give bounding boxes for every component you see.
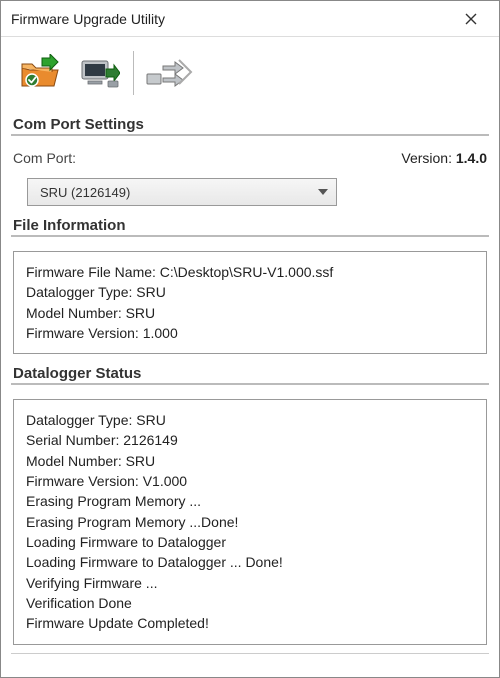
text-line: Serial Number: 2126149 xyxy=(26,430,474,450)
chevron-down-icon xyxy=(318,186,328,198)
text-line: Firmware Update Completed! xyxy=(26,613,474,633)
text-line: Verifying Firmware ... xyxy=(26,573,474,593)
status-panel: Datalogger Type: SRUSerial Number: 21261… xyxy=(13,399,487,645)
text-line: Datalogger Type: SRU xyxy=(26,410,474,430)
window-title: Firmware Upgrade Utility xyxy=(11,11,165,27)
text-line: Loading Firmware to Datalogger ... Done! xyxy=(26,552,474,572)
upload-firmware-button[interactable] xyxy=(73,51,123,95)
toolbar xyxy=(11,45,489,105)
text-line: Firmware Version: V1.000 xyxy=(26,471,474,491)
close-button[interactable] xyxy=(451,5,491,33)
status-bar xyxy=(11,653,489,667)
transfer-icon xyxy=(76,53,120,93)
text-line: Datalogger Type: SRU xyxy=(26,282,474,302)
titlebar: Firmware Upgrade Utility xyxy=(1,1,499,37)
version-display: Version: 1.4.0 xyxy=(401,150,487,166)
comport-row: Com Port: Version: 1.4.0 xyxy=(11,144,489,168)
read-icon xyxy=(145,54,193,92)
comport-label: Com Port: xyxy=(13,150,76,166)
text-line: Firmware File Name: C:\Desktop\SRU-V1.00… xyxy=(26,262,474,282)
client-area: Com Port Settings Com Port: Version: 1.4… xyxy=(1,37,499,677)
close-icon xyxy=(465,13,477,25)
text-line: Verification Done xyxy=(26,593,474,613)
comport-dropdown[interactable]: SRU (2126149) xyxy=(27,178,337,206)
text-line: Loading Firmware to Datalogger xyxy=(26,532,474,552)
read-datalogger-button[interactable] xyxy=(144,51,194,95)
fileinfo-heading: File Information xyxy=(11,216,489,237)
version-label: Version: xyxy=(401,150,452,166)
fileinfo-panel: Firmware File Name: C:\Desktop\SRU-V1.00… xyxy=(13,251,487,354)
text-line: Erasing Program Memory ...Done! xyxy=(26,512,474,532)
text-line: Firmware Version: 1.000 xyxy=(26,323,474,343)
app-window: Firmware Upgrade Utility xyxy=(0,0,500,678)
text-line: Model Number: SRU xyxy=(26,451,474,471)
comport-heading: Com Port Settings xyxy=(11,115,489,136)
comport-selected: SRU (2126149) xyxy=(40,185,130,200)
text-line: Erasing Program Memory ... xyxy=(26,491,474,511)
status-heading: Datalogger Status xyxy=(11,364,489,385)
open-firmware-button[interactable] xyxy=(15,51,65,95)
text-line: Model Number: SRU xyxy=(26,303,474,323)
open-file-icon xyxy=(18,54,62,92)
toolbar-separator xyxy=(133,51,134,95)
version-value: 1.4.0 xyxy=(456,150,487,166)
